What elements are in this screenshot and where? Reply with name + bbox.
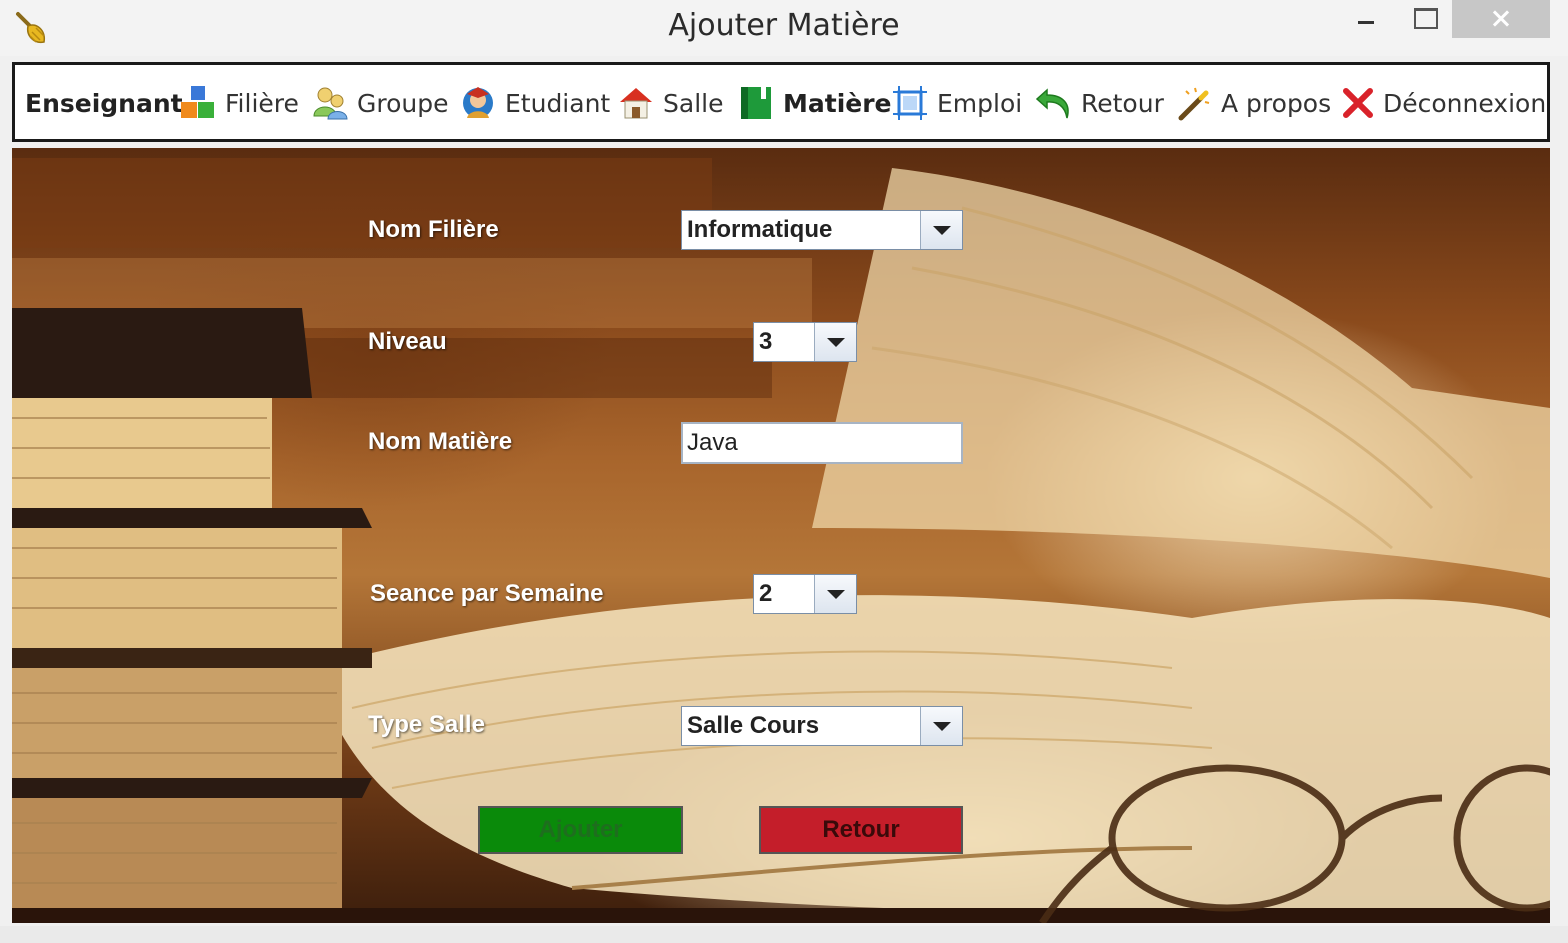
retour-button[interactable]: Retour: [759, 806, 963, 854]
nom-filiere-label: Nom Filière: [368, 216, 499, 243]
nom-matiere-label: Nom Matière: [368, 428, 513, 455]
window-title: Ajouter Matière: [668, 8, 900, 43]
book-icon: [741, 87, 771, 119]
seance-par-semaine-label: Seance par Semaine: [370, 580, 604, 607]
student-icon: [463, 87, 493, 118]
seance-par-semaine-select[interactable]: 2: [753, 574, 857, 614]
type-salle-select[interactable]: Salle Cours: [681, 706, 963, 746]
frame-icon: [893, 86, 927, 120]
menu-item-groupe[interactable]: Groupe: [311, 79, 449, 127]
menu-label: Etudiant: [505, 88, 611, 118]
menu-label: Emploi: [937, 88, 1023, 118]
undo-arrow-icon: [1035, 88, 1069, 119]
menu-item-etudiant[interactable]: Etudiant: [459, 79, 610, 127]
niveau-select[interactable]: 3: [753, 322, 857, 362]
menu-label: Retour: [1081, 88, 1164, 118]
menu-item-matiere[interactable]: Matière: [737, 79, 892, 127]
menu-label: Matière: [783, 88, 892, 118]
nom-matiere-input[interactable]: Java: [681, 422, 963, 464]
chevron-down-icon[interactable]: [920, 211, 962, 249]
seance-value: 2: [759, 580, 773, 607]
menu-item-filiere[interactable]: Filière: [179, 79, 299, 127]
niveau-label: Niveau: [368, 328, 447, 355]
niveau-value: 3: [759, 328, 773, 355]
people-icon: [313, 87, 348, 120]
menu-item-retour[interactable]: Retour: [1035, 79, 1164, 127]
menu-label: Enseignant: [25, 88, 183, 118]
menu-label: Filière: [225, 88, 299, 118]
close-button[interactable]: [1452, 0, 1550, 38]
menu-label: Salle: [663, 88, 724, 118]
menu-label: Groupe: [357, 88, 449, 118]
menu-label: Déconnexion: [1383, 88, 1547, 118]
maximize-button[interactable]: [1400, 0, 1448, 38]
menu-item-enseignant[interactable]: Enseignant: [25, 79, 183, 127]
nom-filiere-select[interactable]: Informatique: [681, 210, 963, 250]
type-salle-label: Type Salle: [368, 711, 485, 738]
type-salle-value: Salle Cours: [687, 712, 820, 739]
nom-filiere-value: Informatique: [687, 216, 833, 243]
minimize-button[interactable]: [1344, 0, 1388, 38]
menu-item-a-propos[interactable]: A propos: [1175, 79, 1331, 127]
menu-item-emploi[interactable]: Emploi: [891, 79, 1022, 127]
menu-item-salle[interactable]: Salle: [617, 79, 723, 127]
title-bar: Ajouter Matière: [0, 0, 1568, 56]
menu-label: A propos: [1221, 88, 1332, 118]
blocks-icon: [181, 86, 214, 118]
red-x-icon: [1343, 88, 1373, 118]
magic-wand-icon: [1178, 87, 1210, 121]
chevron-down-icon[interactable]: [814, 323, 856, 361]
chevron-down-icon[interactable]: [814, 575, 856, 613]
chevron-down-icon[interactable]: [920, 707, 962, 745]
menu-item-deconnexion[interactable]: Déconnexion: [1341, 79, 1546, 127]
window-bottom-border: [0, 926, 1568, 943]
ajouter-button[interactable]: Ajouter: [478, 806, 683, 854]
form-panel: Nom Filière Informatique Niveau 3 Nom Ma…: [12, 148, 1550, 923]
house-icon: [620, 88, 652, 119]
menu-bar: Enseignant Filière Groupe Etudiant Salle…: [12, 62, 1550, 142]
